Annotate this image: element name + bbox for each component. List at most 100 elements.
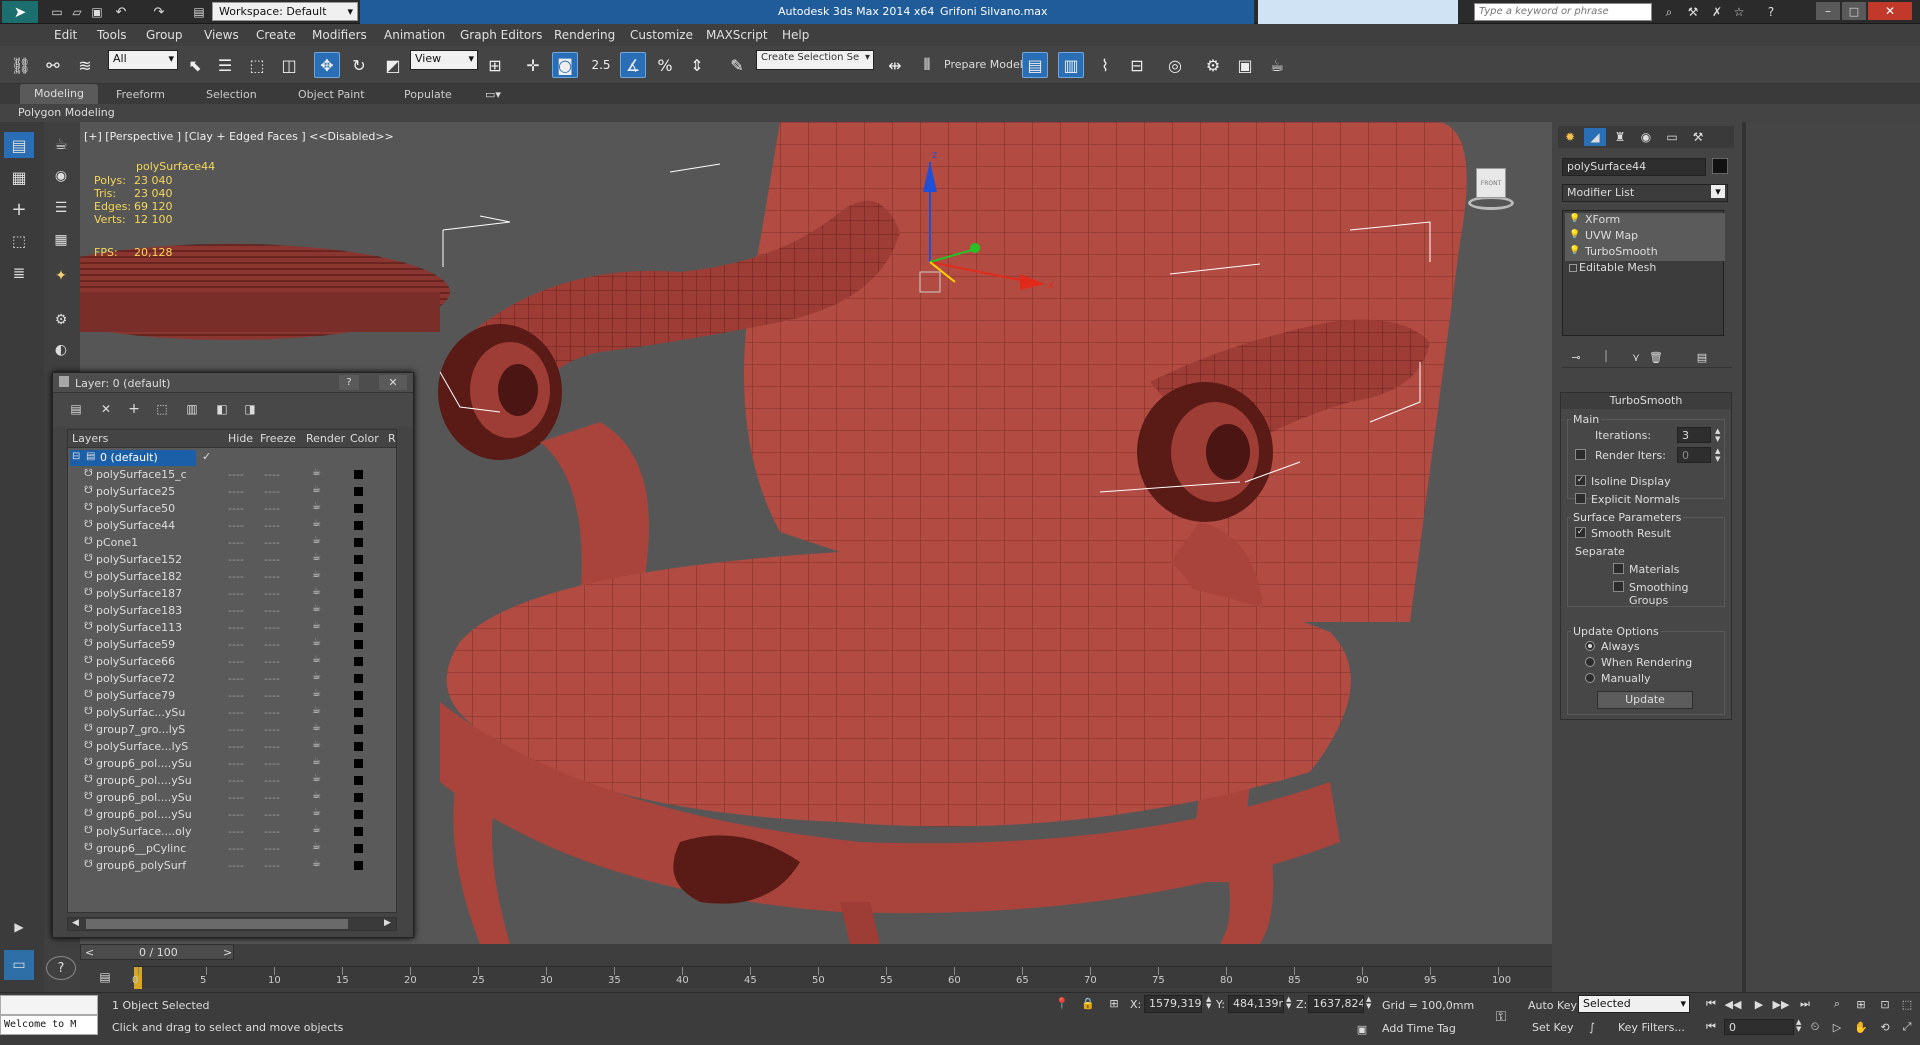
menu-modifiers[interactable]: Modifiers <box>312 28 367 42</box>
current-frame-field[interactable]: 0 <box>1724 1019 1794 1035</box>
maximize-toggle-icon[interactable]: ⤢ <box>1898 1019 1916 1035</box>
layer-row[interactable]: ☋ polySurface....oly ---- ---- ☕ <box>68 824 396 841</box>
freeze-toggle[interactable]: ---- <box>264 842 280 855</box>
selection-set-dropdown[interactable]: Create Selection Se ▾ <box>756 50 874 70</box>
color-swatch[interactable] <box>354 504 363 513</box>
tangent-icon[interactable]: ∫ <box>1584 1019 1600 1035</box>
spinner-snap-icon[interactable]: ⇕ <box>684 52 710 78</box>
freeze-toggle[interactable]: ---- <box>264 655 280 668</box>
manually-radio[interactable] <box>1585 673 1595 683</box>
freeze-toggle[interactable]: ---- <box>264 604 280 617</box>
render-teapot-icon[interactable]: ☕ <box>312 518 321 529</box>
color-swatch[interactable] <box>354 827 363 836</box>
freeze-toggle[interactable]: ---- <box>264 689 280 702</box>
layer-row[interactable]: ☋ polySurface50 ---- ---- ☕ <box>68 501 396 518</box>
add-icon[interactable]: + <box>125 400 143 418</box>
mini-curve-editor-icon[interactable]: ▤ <box>94 968 116 986</box>
keyboard-shortcut-icon[interactable]: ◙ <box>552 52 578 78</box>
go-to-start-icon[interactable]: ⏮ <box>1702 995 1720 1013</box>
open-file-icon[interactable]: ▱ <box>68 3 86 21</box>
layer-row[interactable]: ☋ polySurface183 ---- ---- ☕ <box>68 603 396 620</box>
help-circle-icon[interactable]: ? <box>46 956 76 980</box>
scroll-thumb[interactable] <box>86 919 348 929</box>
zoom-extents-all-icon[interactable]: ⊞ <box>1852 995 1870 1013</box>
help-icon[interactable]: ? <box>1762 3 1780 21</box>
stack-item-uvw-map[interactable]: 💡 UVW Map <box>1565 229 1725 245</box>
tab-object-paint[interactable]: Object Paint <box>298 88 365 101</box>
utilities-tab-icon[interactable]: ⚒ <box>1688 128 1708 146</box>
add-time-tag[interactable]: Add Time Tag <box>1382 1022 1456 1035</box>
color-swatch[interactable] <box>354 776 363 785</box>
render-teapot-icon[interactable]: ☕ <box>312 501 321 512</box>
bulb-icon[interactable]: 💡 <box>1569 230 1580 240</box>
color-swatch[interactable] <box>354 725 363 734</box>
render-teapot-icon[interactable]: ☕ <box>312 603 321 614</box>
workspace-dropdown[interactable]: Workspace: Default ▾ <box>212 2 358 21</box>
freeze-toggle[interactable]: ---- <box>264 808 280 821</box>
key-icon[interactable]: ⚿ <box>1488 1009 1514 1025</box>
rect-selection-icon[interactable]: ⬚ <box>244 52 270 78</box>
color-swatch[interactable] <box>354 810 363 819</box>
freeze-toggle[interactable]: ---- <box>264 859 280 872</box>
freeze-toggle[interactable]: ---- <box>264 587 280 600</box>
render-teapot-icon[interactable]: ☕ <box>312 569 321 580</box>
rotate-icon[interactable]: ↻ <box>346 52 372 78</box>
create-tab-icon[interactable]: ✹ <box>1560 128 1580 146</box>
search-input[interactable]: Type a keyword or phrase <box>1474 3 1652 21</box>
delete-icon[interactable]: ✕ <box>97 400 115 418</box>
smooth-result-checkbox[interactable]: ✓ <box>1575 527 1586 538</box>
remove-modifier-icon[interactable]: 🗑 <box>1646 348 1666 366</box>
time-config-icon[interactable]: ⏲ <box>1806 1019 1824 1035</box>
object-color-swatch[interactable] <box>1712 158 1728 174</box>
layer-row-default[interactable]: ⊟ ▤ 0 (default) ✓ <box>68 450 396 467</box>
col-layers[interactable]: Layers <box>72 432 108 445</box>
y-coord-field[interactable]: 484,139mi <box>1228 995 1284 1013</box>
layer-row[interactable]: ☋ group6_pol....ySu ---- ---- ☕ <box>68 756 396 773</box>
listener-top[interactable] <box>0 995 98 1015</box>
color-swatch[interactable] <box>354 487 363 496</box>
hierarchy-tab-icon[interactable]: ♜ <box>1610 128 1630 146</box>
render-teapot-icon[interactable]: ☕ <box>312 722 321 733</box>
color-swatch[interactable] <box>354 708 363 717</box>
layer-row[interactable]: ☋ polySurface113 ---- ---- ☕ <box>68 620 396 637</box>
freeze-toggle[interactable]: ---- <box>264 791 280 804</box>
collapse-icon[interactable]: ⊟ <box>72 451 80 462</box>
spinner-icon[interactable]: ▲ ▼ <box>1715 447 1720 463</box>
menu-help[interactable]: Help <box>782 28 809 42</box>
minimize-icon[interactable]: – <box>1816 2 1840 20</box>
auto-key-button[interactable]: Auto Key <box>1528 999 1577 1012</box>
stack-item-turbosmooth[interactable]: 💡 TurboSmooth <box>1565 245 1725 261</box>
color-swatch[interactable] <box>354 861 363 870</box>
subscription-icon[interactable]: ⚒ <box>1684 3 1702 21</box>
ref-coord-dropdown[interactable]: View ▾ <box>410 50 478 70</box>
key-mode-icon[interactable]: ⏮ <box>1702 1019 1720 1035</box>
menu-edit[interactable]: Edit <box>54 28 77 42</box>
freeze-toggle[interactable]: ---- <box>264 468 280 481</box>
render-teapot-icon[interactable]: ☕ <box>312 739 321 750</box>
rollout-header[interactable]: TurboSmooth <box>1561 393 1731 409</box>
viewcube[interactable]: FRONT <box>1460 162 1520 218</box>
layer-row[interactable]: ☋ group7_gro...lyS ---- ---- ☕ <box>68 722 396 739</box>
ribbon-options-icon[interactable]: ▭▾ <box>480 86 506 102</box>
pivot-center-icon[interactable]: ⊞ <box>482 52 508 78</box>
render-teapot-icon[interactable]: ☕ <box>312 671 321 682</box>
layer-row[interactable]: ☋ group6_polySurf ---- ---- ☕ <box>68 858 396 875</box>
render-teapot-icon[interactable]: ☕ <box>312 552 321 563</box>
layer-tools-icon[interactable]: ≣ <box>4 260 34 286</box>
spinner-icon[interactable]: ▲ ▼ <box>1796 1019 1801 1033</box>
hide-toggle[interactable]: ---- <box>228 621 244 634</box>
list-icon[interactable]: ☰ <box>46 196 76 220</box>
hide-toggle[interactable]: ---- <box>228 519 244 532</box>
highlight-layer-icon[interactable]: ▥ <box>183 400 201 418</box>
pan-icon[interactable]: ✋ <box>1852 1019 1870 1035</box>
color-swatch[interactable] <box>354 589 363 598</box>
maximize-icon[interactable]: □ <box>1842 2 1866 20</box>
help-icon[interactable]: ? <box>339 375 359 390</box>
select-manipulate-icon[interactable]: ✛ <box>520 52 546 78</box>
layer-row[interactable]: ☋ pCone1 ---- ---- ☕ <box>68 535 396 552</box>
layer-row[interactable]: ☋ polySurface15_c ---- ---- ☕ <box>68 467 396 484</box>
layer-row[interactable]: ☋ polySurfac...ySu ---- ---- ☕ <box>68 705 396 722</box>
hide-toggle[interactable]: ---- <box>228 570 244 583</box>
hide-toggle[interactable]: ---- <box>228 774 244 787</box>
tab-selection[interactable]: Selection <box>206 88 257 101</box>
